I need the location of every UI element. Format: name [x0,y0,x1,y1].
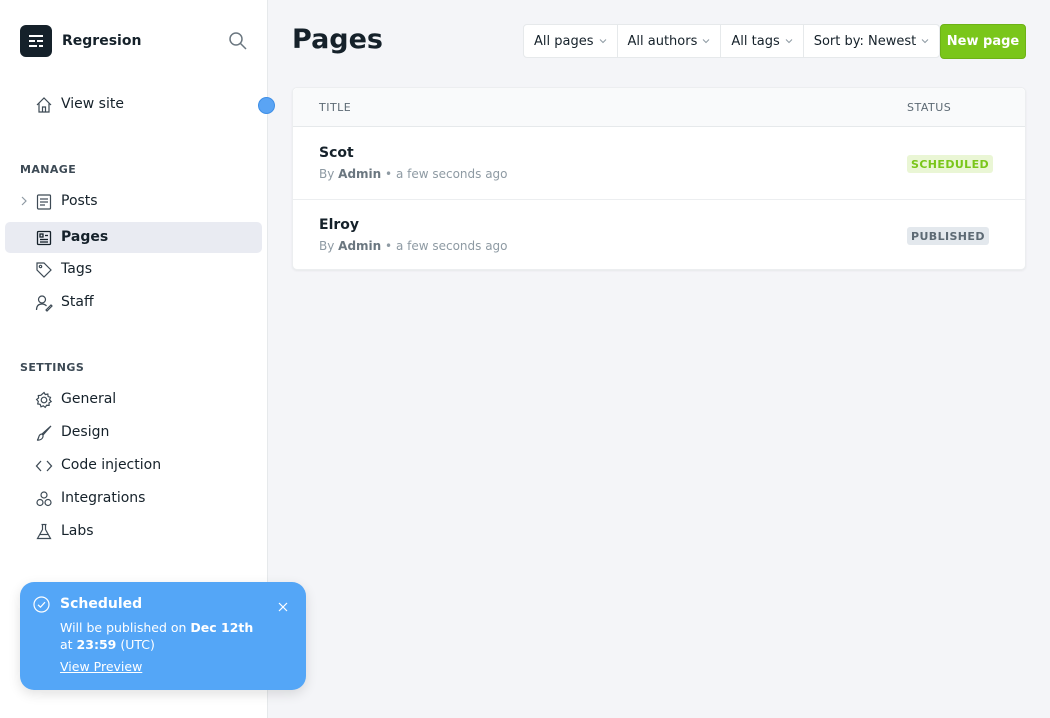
settings-section-title: SETTINGS [20,361,85,374]
sidebar-item-label: Pages [61,229,109,245]
row-meta: By Admin • a few seconds ago [319,167,508,181]
row-meta: By Admin • a few seconds ago [319,239,508,253]
toast-msg-at: at [60,637,73,652]
brush-icon [35,424,53,442]
filter-label: Sort by: Newest [813,33,917,49]
filter-label: All tags [731,33,780,49]
pages-icon [35,229,53,247]
status-badge: PUBLISHED [907,227,989,245]
sidebar-item-label: Design [61,424,110,440]
page-title: Pages [292,24,383,55]
notification-dot[interactable] [258,97,275,114]
brand-logo-icon [20,25,52,57]
author-name: Admin [338,167,382,181]
brand[interactable]: Regresion [20,25,141,57]
home-icon [35,96,53,114]
sidebar-item-posts[interactable]: Posts [5,186,262,217]
sidebar-item-label: Tags [61,261,92,277]
code-icon [35,457,53,475]
manage-section-title: MANAGE [20,163,77,176]
table-row[interactable]: Scot By Admin • a few seconds ago SCHEDU… [293,128,1025,200]
toast-msg-tz: (UTC) [120,637,155,652]
sidebar-item-general[interactable]: General [5,384,262,415]
chevron-down-icon [921,39,929,44]
sidebar-item-labs[interactable]: Labs [5,516,262,547]
sidebar-item-label: Code injection [61,457,162,473]
sidebar-item-label: Integrations [61,490,146,506]
chevron-down-icon [785,39,793,44]
toast-title: Scheduled [60,596,143,612]
sidebar-item-label: Posts [61,193,98,209]
app: Regresion View site MANAGE Posts Pages T… [0,0,1050,718]
close-icon[interactable] [277,598,289,612]
pages-table: TITLE STATUS Scot By Admin • a few secon… [292,87,1026,270]
brand-name: Regresion [62,33,142,49]
filter-label: All pages [534,33,594,49]
integrations-icon [35,490,53,508]
view-site-link[interactable]: View site [5,89,262,120]
sidebar-item-integrations[interactable]: Integrations [5,483,262,514]
filter-type-select[interactable]: All pages [524,25,618,57]
by-label: By [319,167,335,181]
row-title[interactable]: Elroy [319,217,359,233]
toast-msg-date: Dec 12th [190,620,254,635]
author-name: Admin [338,239,382,253]
sidebar-item-pages[interactable]: Pages [5,222,262,253]
sidebar-item-label: General [61,391,117,407]
row-title[interactable]: Scot [319,145,354,161]
sort-select[interactable]: Sort by: Newest [804,25,940,57]
gear-icon [35,391,53,409]
sidebar-item-design[interactable]: Design [5,417,262,448]
view-site-label: View site [61,96,124,112]
toast-msg-time: 23:59 [76,637,117,652]
sidebar-item-label: Labs [61,523,94,539]
view-preview-link[interactable]: View Preview [60,659,142,674]
staff-icon [35,294,53,312]
toast-msg-prefix: Will be published on [60,620,187,635]
table-header: TITLE STATUS [293,88,1025,127]
sidebar-item-tags[interactable]: Tags [5,254,262,285]
sidebar-item-staff[interactable]: Staff [5,287,262,318]
sidebar-item-code-injection[interactable]: Code injection [5,450,262,481]
filter-bar: All pages All authors All tags Sort by: … [523,24,941,58]
filter-label: All authors [627,33,698,49]
flask-icon [35,523,53,541]
column-header-title: TITLE [319,101,352,114]
chevron-right-icon[interactable] [19,195,29,207]
table-row[interactable]: Elroy By Admin • a few seconds ago PUBLI… [293,200,1025,272]
chevron-down-icon [703,39,710,44]
scheduled-toast: Scheduled Will be published on Dec 12th … [20,582,306,690]
status-badge: SCHEDULED [907,155,994,173]
sidebar-item-label: Staff [61,294,94,310]
posts-icon [35,193,53,211]
chevron-down-icon [599,39,606,44]
tag-icon [35,261,53,279]
new-page-button[interactable]: New page [940,24,1026,59]
search-icon[interactable] [228,31,248,51]
time-label: • a few seconds ago [385,239,508,253]
by-label: By [319,239,335,253]
check-circle-icon [33,596,50,613]
filter-tag-select[interactable]: All tags [721,25,804,57]
time-label: • a few seconds ago [385,167,508,181]
toast-message: Will be published on Dec 12th at 23:59 (… [60,619,290,653]
filter-author-select[interactable]: All authors [618,25,722,57]
column-header-status: STATUS [907,101,952,114]
